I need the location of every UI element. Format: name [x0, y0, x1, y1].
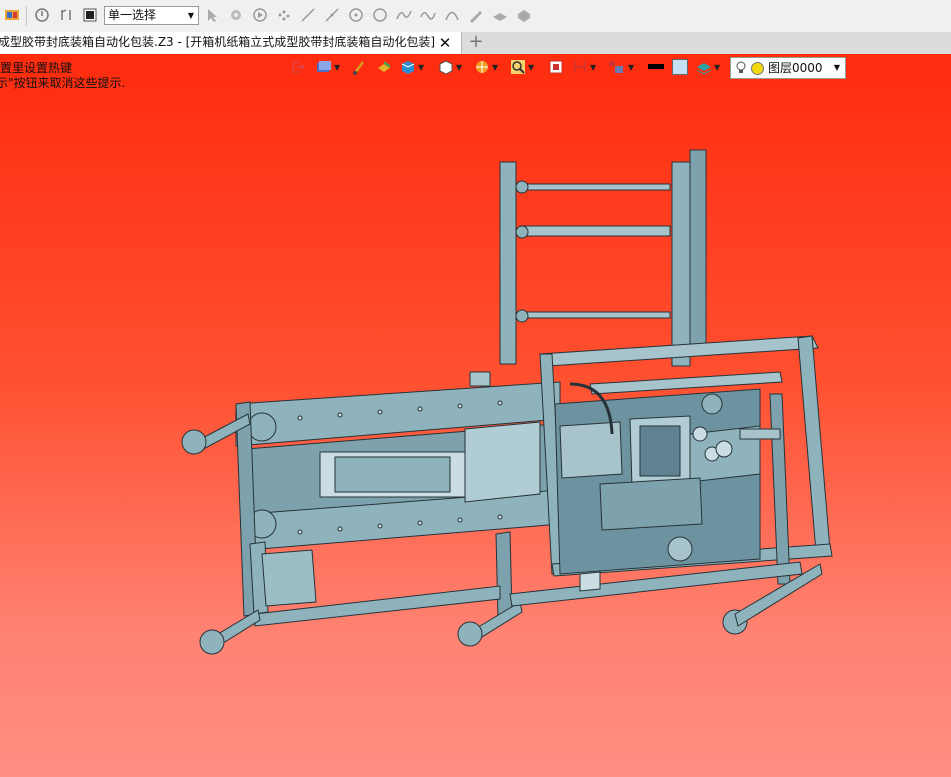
line2-icon[interactable] — [323, 6, 341, 24]
solid-icon[interactable] — [515, 6, 533, 24]
selection-mode-value: 单一选择 — [108, 8, 157, 22]
surface-icon[interactable] — [491, 6, 509, 24]
add-tab-button[interactable]: + — [468, 32, 484, 54]
app-icon[interactable] — [3, 6, 21, 24]
curve-icon[interactable] — [419, 6, 437, 24]
stop-icon[interactable] — [81, 6, 99, 24]
pointer-icon[interactable] — [203, 6, 221, 24]
line-icon[interactable] — [299, 6, 317, 24]
circle-icon[interactable] — [371, 6, 389, 24]
play-icon[interactable] — [251, 6, 269, 24]
arc-icon[interactable] — [443, 6, 461, 24]
circle-center-icon[interactable] — [347, 6, 365, 24]
points-icon[interactable] — [275, 6, 293, 24]
filter-icon[interactable] — [227, 6, 245, 24]
selection-mode-select[interactable]: 单一选择 ▼ — [104, 6, 199, 25]
rotate-icon[interactable] — [33, 6, 51, 24]
close-icon[interactable]: ✕ — [436, 32, 454, 54]
graphics-viewport[interactable]: 配置里设置热键 示"按钮来取消这些提示. ▼ ▼ ▼ ▼ ▼ ▼ ▼ ▼ 图层0… — [0, 54, 951, 777]
main-toolbar: 单一选择 ▼ — [0, 0, 951, 33]
spline-icon[interactable] — [395, 6, 413, 24]
tab-active-document[interactable]: 底成型胶带封底装箱自动化包装.Z3 - [开箱机纸箱立式成型胶带封底装箱自动化包… — [0, 32, 462, 54]
constrain-icon[interactable] — [57, 6, 75, 24]
chevron-down-icon: ▼ — [187, 11, 194, 20]
tab-title: 底成型胶带封底装箱自动化包装.Z3 - [开箱机纸箱立式成型胶带封底装箱自动化包… — [0, 35, 435, 49]
document-tabbar: 底成型胶带封底装箱自动化包装.Z3 - [开箱机纸箱立式成型胶带封底装箱自动化包… — [0, 32, 951, 54]
pen-icon[interactable] — [467, 6, 485, 24]
machine-3d-model[interactable] — [0, 54, 951, 777]
